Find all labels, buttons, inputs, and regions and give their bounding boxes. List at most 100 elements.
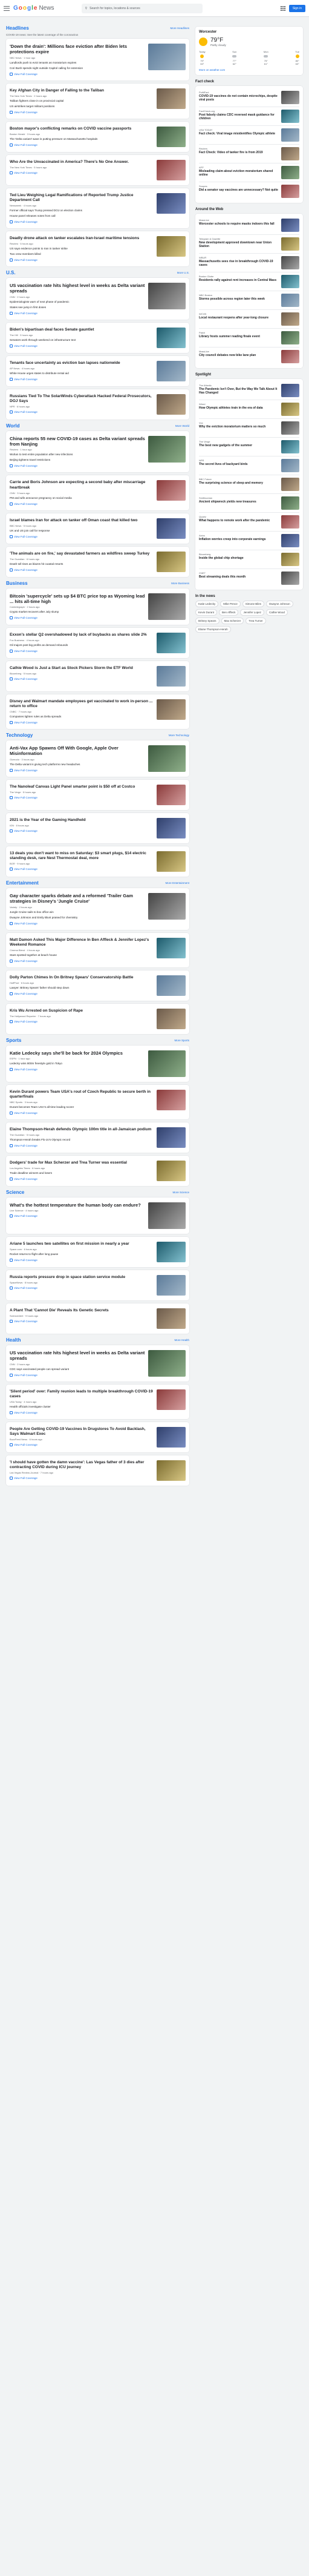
full-coverage-link[interactable]: View Full Coverage [10, 1259, 154, 1262]
side-story-thumbnail[interactable] [281, 459, 299, 472]
story-headline[interactable]: What's the hottest temperature the human… [10, 1202, 145, 1208]
story-thumbnail[interactable] [157, 480, 186, 501]
search-input[interactable]: ⚲ Search for topics, locations & sources [82, 3, 203, 13]
side-story-thumbnail[interactable] [281, 237, 299, 251]
related-story[interactable]: Death toll rises as blazes hit coastal r… [10, 562, 154, 566]
full-coverage-link[interactable]: View Full Coverage [10, 110, 154, 114]
side-story-thumbnail[interactable] [281, 572, 299, 585]
side-story[interactable]: The Atlantic The Pandemic Isn't Over, But… [199, 381, 299, 400]
story-headline[interactable]: Kevin Durant powers Team USA's rout of C… [10, 1090, 154, 1099]
side-story-thumbnail[interactable] [281, 110, 299, 123]
full-coverage-link[interactable]: View Full Coverage [10, 959, 154, 963]
full-coverage-link[interactable]: View Full Coverage [10, 143, 154, 147]
side-story-headline[interactable]: Post falsely claims CDC reversed mask gu… [199, 113, 278, 121]
full-coverage-link[interactable]: View Full Coverage [10, 344, 154, 348]
related-story[interactable]: Cori Bush spends night outside Capitol c… [10, 67, 145, 70]
story-thumbnail[interactable] [157, 236, 186, 257]
full-coverage-link[interactable]: View Full Coverage [10, 377, 154, 381]
side-story-thumbnail[interactable] [281, 294, 299, 307]
story-headline[interactable]: Cathie Wood is Just a Start as Stock Pic… [10, 666, 154, 671]
story-item[interactable]: Kevin Durant powers Team USA's rout of C… [10, 1088, 186, 1116]
topic-chip[interactable]: Katie Ledecky [195, 601, 219, 607]
story-thumbnail[interactable] [157, 193, 186, 214]
side-story-thumbnail[interactable] [281, 350, 299, 363]
side-story[interactable]: PolitiFact COVID-19 vaccines do not conta… [199, 88, 299, 107]
full-coverage-link[interactable]: View Full Coverage [10, 568, 154, 572]
related-story[interactable]: The 'Delta variant' wave is putting pres… [10, 137, 154, 141]
story-item[interactable]: Disney and Walmart mandate employees get… [10, 697, 186, 726]
story-headline[interactable]: Russians Tied To The SolarWinds Cyberatt… [10, 394, 154, 404]
side-story-headline[interactable]: Best streaming deals this month [199, 575, 278, 579]
story-item[interactable]: What's the hottest temperature the human… [10, 1201, 186, 1231]
story-headline[interactable]: Kris Wu Arrested on Suspicion of Rape [10, 1009, 154, 1013]
story-thumbnail[interactable] [157, 1427, 186, 1448]
side-story-thumbnail[interactable] [281, 166, 299, 179]
side-story-headline[interactable]: City council debates new bike lane plan [199, 354, 278, 357]
side-story[interactable]: Reuters Fact Check: Video of tanker fire … [199, 145, 299, 163]
story-thumbnail[interactable] [157, 1274, 186, 1296]
more-link[interactable]: More Health [174, 1339, 189, 1342]
story-thumbnail[interactable] [157, 394, 186, 415]
side-story-headline[interactable]: Did a senator say vaccines are unnecessa… [199, 188, 278, 192]
full-coverage-link[interactable]: View Full Coverage [10, 868, 154, 871]
side-story-thumbnail[interactable] [281, 403, 299, 416]
story-headline[interactable]: US vaccination rate hits highest level i… [10, 1350, 145, 1362]
full-coverage-link[interactable]: View Full Coverage [10, 796, 154, 799]
story-thumbnail[interactable] [157, 1089, 186, 1110]
side-story-thumbnail[interactable] [281, 534, 299, 547]
full-coverage-link[interactable]: View Full Coverage [10, 1178, 154, 1181]
side-story[interactable]: MassLive City council debates new bike la… [199, 348, 299, 366]
side-story-headline[interactable]: Fact Check: Video of tanker fire is from… [199, 151, 278, 154]
related-story[interactable]: Two crew members killed [10, 252, 154, 256]
story-item[interactable]: US vaccination rate hits highest level i… [10, 281, 186, 317]
story-thumbnail[interactable] [157, 1160, 186, 1181]
full-coverage-link[interactable]: View Full Coverage [10, 410, 154, 413]
story-item[interactable]: 'I should have gotten the damn vaccine':… [10, 1458, 186, 1483]
full-coverage-link[interactable]: View Full Coverage [10, 311, 145, 315]
full-coverage-link[interactable]: View Full Coverage [10, 649, 154, 653]
side-story[interactable]: The Verge The best new gadgets of the sum… [199, 438, 299, 456]
weather-card[interactable]: Worcester 79°F Partly cloudy Today 79° 63°… [195, 27, 303, 75]
story-headline[interactable]: 13 deals you don't want to miss on Satur… [10, 851, 154, 861]
topic-chip[interactable]: Mike Pence [220, 601, 241, 607]
story-headline[interactable]: Carrie and Boris Johnson are expecting a… [10, 480, 154, 490]
related-story[interactable]: Taliban fighters close in on provincial … [10, 99, 154, 103]
related-story[interactable]: Former official says Trump pressed DOJ o… [10, 209, 154, 212]
story-item[interactable]: Dolly Parton Chimes In On Britney Spears… [10, 973, 186, 998]
side-story-headline[interactable]: What happens to remote work after the pa… [199, 519, 278, 522]
full-coverage-link[interactable]: View Full Coverage [10, 992, 154, 995]
full-coverage-link[interactable]: View Full Coverage [10, 171, 154, 174]
story-thumbnail[interactable] [148, 892, 186, 920]
story-headline[interactable]: Biden's bipartisan deal faces Senate gau… [10, 328, 154, 332]
side-story-headline[interactable]: COVID-19 vaccines do not contain microch… [199, 94, 278, 102]
full-coverage-link[interactable]: View Full Coverage [10, 220, 154, 223]
side-story-thumbnail[interactable] [281, 128, 299, 142]
side-story-headline[interactable]: The secret lives of backyard birds [199, 463, 278, 466]
side-story-thumbnail[interactable] [281, 331, 299, 344]
full-coverage-link[interactable]: View Full Coverage [10, 1111, 154, 1115]
story-item[interactable]: Deadly drone attack on tanker escalates … [10, 234, 186, 263]
related-story[interactable]: Beijing tightens travel restrictions [10, 458, 145, 462]
side-story-thumbnail[interactable] [281, 515, 299, 529]
related-story[interactable]: Senators work through weekend on infrast… [10, 338, 154, 342]
google-news-logo[interactable]: Google News [13, 5, 54, 12]
side-story-headline[interactable]: Inflation worries creep into corporate e… [199, 538, 278, 541]
story-thumbnail[interactable] [148, 435, 186, 463]
more-link[interactable]: More Technology [169, 734, 189, 737]
story-thumbnail[interactable] [157, 817, 186, 838]
story-thumbnail[interactable] [157, 1389, 186, 1410]
related-story[interactable]: House panel releases notes from call [10, 214, 154, 218]
story-item[interactable]: Russia reports pressure drop in space st… [10, 1273, 186, 1297]
related-story[interactable]: US says evidence points to Iran in tanke… [10, 247, 154, 251]
covid-banner[interactable]: COVID-19 news: See the latest coverage o… [6, 33, 189, 36]
related-story[interactable]: States see jump in first doses [10, 306, 145, 309]
section-title[interactable]: World [6, 423, 20, 429]
side-story[interactable]: FactCheck.org Post falsely claims CDC rev… [199, 107, 299, 126]
topic-chip[interactable]: Ben Affleck [219, 609, 239, 616]
more-link[interactable]: More U.S. [177, 271, 189, 274]
section-title[interactable]: U.S. [6, 270, 16, 275]
side-story-headline[interactable]: Inside the global chip shortage [199, 556, 278, 560]
full-coverage-link[interactable]: View Full Coverage [10, 1411, 154, 1415]
full-coverage-link[interactable]: View Full Coverage [10, 1320, 154, 1323]
related-story[interactable]: Crypto market recovers after July slump [10, 610, 145, 614]
